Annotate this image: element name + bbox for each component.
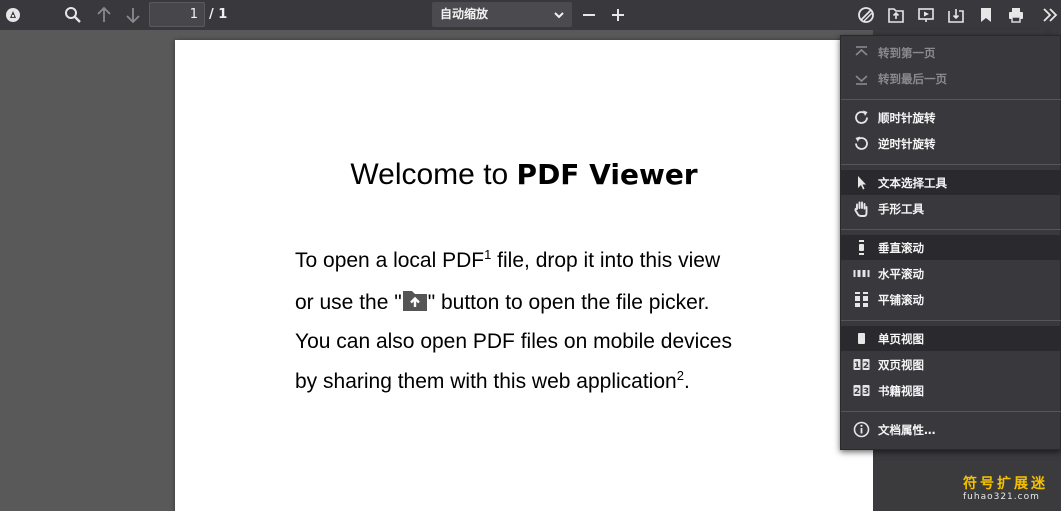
- page-number-input[interactable]: 1: [149, 2, 205, 27]
- svg-text:2: 2: [854, 387, 860, 397]
- zoom-select[interactable]: 自动缩放: [432, 2, 572, 27]
- search-icon[interactable]: [61, 3, 85, 27]
- paragraph-line-4: by sharing them with this web applicatio…: [295, 368, 690, 393]
- menu-item-rotate-counterclockwise[interactable]: 逆时针旋转: [841, 131, 1061, 156]
- rotate-counterclockwise-icon: [855, 136, 868, 150]
- editor-icon[interactable]: [854, 3, 878, 27]
- svg-text:3: 3: [863, 387, 869, 397]
- secondary-tools-menu: 转到第一页 转到最后一页 顺时针旋转 逆时针旋转 文本选择工具 手形工具 垂直滚…: [840, 35, 1061, 450]
- menu-item-hand-tool[interactable]: 手形工具: [841, 196, 1061, 221]
- zoom-select-value: 自动缩放: [440, 7, 489, 21]
- watermark-logo: 符号扩展迷 fuhao321.com: [963, 476, 1048, 502]
- open-file-icon: [402, 291, 427, 311]
- menu-item-two-page[interactable]: 12 双页视图: [841, 352, 1061, 377]
- download-icon[interactable]: [944, 3, 968, 27]
- two-page-odd-icon: 12: [853, 359, 870, 371]
- print-icon[interactable]: [1004, 3, 1028, 27]
- menu-item-vertical-scroll[interactable]: 垂直滚动: [841, 235, 1061, 260]
- menu-item-document-properties[interactable]: 文档属性…: [841, 417, 1061, 442]
- menu-item-wrapped-scroll[interactable]: 平铺滚动: [841, 287, 1061, 312]
- last-page-icon: [855, 75, 868, 85]
- zoom-in-icon[interactable]: [606, 3, 630, 27]
- paragraph-line-2: or use the " " button to open the file pi…: [295, 291, 710, 314]
- presentation-mode-icon[interactable]: [914, 3, 938, 27]
- vertical-scroll-icon: [859, 240, 864, 255]
- pdf-page: Welcome to PDF Viewer To open a local PD…: [175, 40, 873, 511]
- menu-item-text-select-tool[interactable]: 文本选择工具: [841, 170, 1061, 195]
- sidebar-toggle-icon[interactable]: [1, 3, 25, 27]
- first-page-icon: [855, 46, 868, 56]
- toolbar: 1 / 1 自动缩放: [0, 0, 1061, 30]
- open-file-icon[interactable]: [884, 3, 908, 27]
- menu-item-first-page[interactable]: 转到第一页: [841, 40, 1061, 65]
- menu-item-single-page[interactable]: 单页视图: [841, 326, 1061, 351]
- hand-icon: [854, 201, 868, 217]
- cursor-icon: [858, 176, 866, 190]
- previous-page-icon[interactable]: [92, 3, 116, 27]
- wrapped-scroll-icon: [855, 292, 868, 307]
- horizontal-scroll-icon: [853, 270, 870, 277]
- page-title: Welcome to PDF Viewer: [350, 158, 698, 191]
- chevron-down-icon: [554, 12, 564, 19]
- menu-item-rotate-clockwise[interactable]: 顺时针旋转: [841, 105, 1061, 130]
- single-page-icon: [858, 333, 865, 344]
- two-page-even-icon: 23: [853, 385, 870, 397]
- bookmark-icon[interactable]: [974, 3, 998, 27]
- svg-text:1: 1: [854, 361, 860, 371]
- svg-text:2: 2: [863, 361, 869, 371]
- info-icon: [853, 421, 870, 438]
- menu-item-book-view[interactable]: 23 书籍视图: [841, 378, 1061, 403]
- paragraph-line-3: You can also open PDF files on mobile de…: [295, 330, 732, 353]
- menu-item-last-page[interactable]: 转到最后一页: [841, 66, 1061, 91]
- paragraph-line-1: To open a local PDF1 file, drop it into …: [295, 247, 721, 272]
- zoom-out-icon[interactable]: [577, 3, 601, 27]
- tools-menu-icon[interactable]: [1038, 3, 1061, 27]
- next-page-icon[interactable]: [121, 3, 145, 27]
- rotate-clockwise-icon: [855, 110, 868, 124]
- page-total-label: / 1: [209, 7, 228, 22]
- menu-item-horizontal-scroll[interactable]: 水平滚动: [841, 261, 1061, 286]
